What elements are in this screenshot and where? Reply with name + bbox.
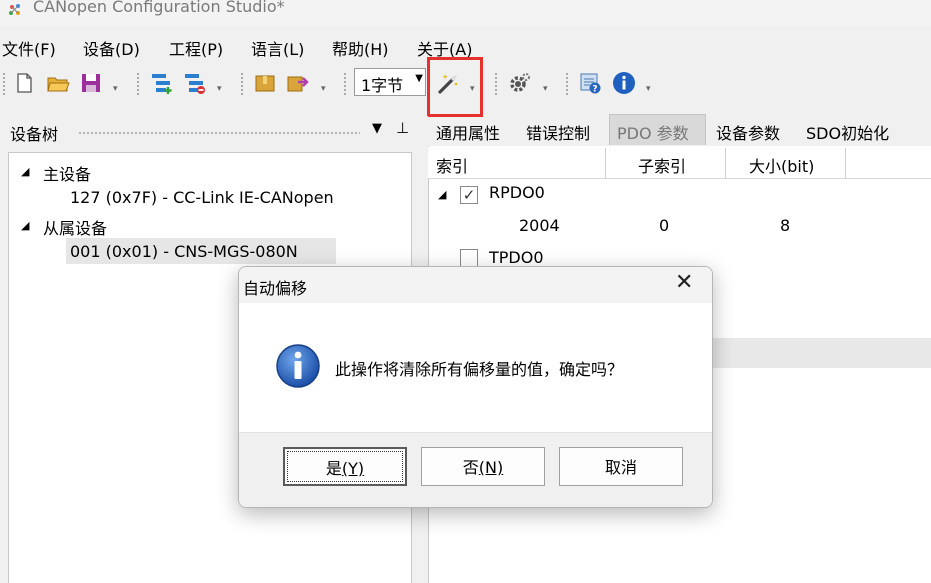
expand-rpdo-icon[interactable]: ◢	[438, 188, 446, 201]
tab-strip: 通用属性 错误控制 PDO 参数 设备参数 SDO初始化	[428, 114, 931, 146]
no-button-key: (N)	[478, 458, 504, 477]
toolbar-grip	[137, 73, 141, 95]
panel-menu-icon[interactable]: ▼	[372, 121, 382, 136]
no-button-label: 否	[462, 458, 479, 477]
info-icon[interactable]	[612, 71, 636, 95]
menu-project[interactable]: 工程(P)	[169, 36, 223, 60]
device-dropdown-arrow-icon[interactable]: ▾	[217, 84, 222, 94]
close-icon[interactable]: ✕	[675, 270, 693, 295]
window-title: CANopen Configuration Studio*	[33, 0, 285, 16]
column-separator[interactable]	[605, 148, 606, 178]
file-dropdown-arrow-icon[interactable]: ▾	[321, 84, 326, 94]
toolbar-grip	[3, 73, 7, 95]
wand-highlight-box	[427, 57, 483, 117]
menu-help[interactable]: 帮助(H)	[332, 36, 389, 60]
svg-text:?: ?	[592, 85, 597, 95]
tab-general[interactable]: 通用属性	[436, 120, 500, 144]
expand-master-icon[interactable]: ◢	[21, 165, 29, 178]
menu-bar: 文件(F) 设备(D) 工程(P) 语言(L) 帮助(H) 关于(A)	[0, 30, 931, 60]
export-icon[interactable]	[286, 71, 310, 95]
expand-slave-icon[interactable]: ◢	[21, 219, 29, 232]
help-icon[interactable]: ?	[578, 71, 602, 95]
byte-size-select[interactable]: 1字节 ▼	[354, 68, 426, 96]
toolbar-grip	[495, 73, 499, 95]
import-icon[interactable]	[253, 71, 277, 95]
open-folder-icon[interactable]	[46, 71, 70, 95]
tab-pdo-params[interactable]: PDO 参数	[617, 120, 689, 144]
rpdo-entry-size: 8	[780, 216, 791, 235]
device-tree-title: 设备树	[10, 125, 59, 144]
rpdo-entry-subindex: 0	[659, 216, 670, 235]
menu-device[interactable]: 设备(D)	[83, 36, 140, 60]
menu-file[interactable]: 文件(F)	[2, 36, 56, 60]
no-button[interactable]: 否(N)	[421, 447, 545, 486]
menu-language[interactable]: 语言(L)	[251, 36, 304, 60]
add-device-icon[interactable]	[150, 71, 174, 95]
save-dropdown-arrow-icon[interactable]: ▾	[113, 84, 118, 94]
chevron-down-icon: ▼	[415, 73, 423, 84]
byte-size-select-value: 1字节	[361, 76, 404, 95]
yes-button[interactable]: 是(Y)	[283, 447, 407, 486]
focus-ring	[287, 451, 403, 482]
tree-slave-label[interactable]: 从属设备	[43, 215, 107, 239]
rpdo-entry-index: 2004	[519, 216, 560, 235]
tab-device-params[interactable]: 设备参数	[716, 120, 780, 144]
tree-master-label[interactable]: 主设备	[43, 161, 91, 185]
tpdo-name: TPDO0	[489, 248, 544, 267]
tree-master-device[interactable]: 127 (0x7F) - CC-Link IE-CANopen	[70, 188, 334, 207]
settings-gear-icon[interactable]	[508, 71, 532, 95]
tpdo-checkbox[interactable]	[460, 249, 478, 267]
column-separator[interactable]	[725, 148, 726, 178]
cancel-button[interactable]: 取消	[559, 447, 683, 486]
rpdo-checkbox[interactable]: ✓	[460, 186, 478, 204]
panel-grip[interactable]	[78, 131, 360, 135]
dialog-message: 此操作将清除所有偏移量的值，确定吗？	[335, 360, 624, 379]
app-logo-icon	[9, 4, 20, 15]
save-icon[interactable]	[79, 71, 103, 95]
header-index[interactable]: 索引	[436, 153, 468, 177]
header-size[interactable]: 大小(bit)	[749, 153, 814, 177]
tab-error-control[interactable]: 错误控制	[526, 120, 590, 144]
dialog-title-bar	[239, 267, 712, 303]
remove-device-icon[interactable]	[183, 71, 207, 95]
new-file-icon[interactable]	[12, 71, 36, 95]
toolbar-grip	[241, 73, 245, 95]
dialog-title: 自动偏移	[243, 279, 308, 298]
info-icon	[276, 344, 320, 388]
toolbar-grip	[344, 73, 348, 95]
rpdo-name: RPDO0	[489, 183, 545, 202]
pin-icon[interactable]: ⊥	[396, 119, 409, 137]
grid-empty-row	[710, 338, 931, 368]
header-subindex[interactable]: 子索引	[638, 153, 686, 177]
toolbar-grip	[566, 73, 570, 95]
auto-offset-dialog: 自动偏移 ✕ 此操作将清除所有偏移量的值，确定吗？ 是(Y) 否(N) 取消	[238, 266, 713, 508]
settings-dropdown-arrow-icon[interactable]: ▾	[543, 84, 548, 94]
column-separator[interactable]	[845, 148, 846, 178]
tab-sdo-init[interactable]: SDO初始化	[806, 120, 889, 144]
info-dropdown-arrow-icon[interactable]: ▾	[646, 84, 651, 94]
tree-slave-device[interactable]: 001 (0x01) - CNS-MGS-080N	[70, 242, 298, 261]
